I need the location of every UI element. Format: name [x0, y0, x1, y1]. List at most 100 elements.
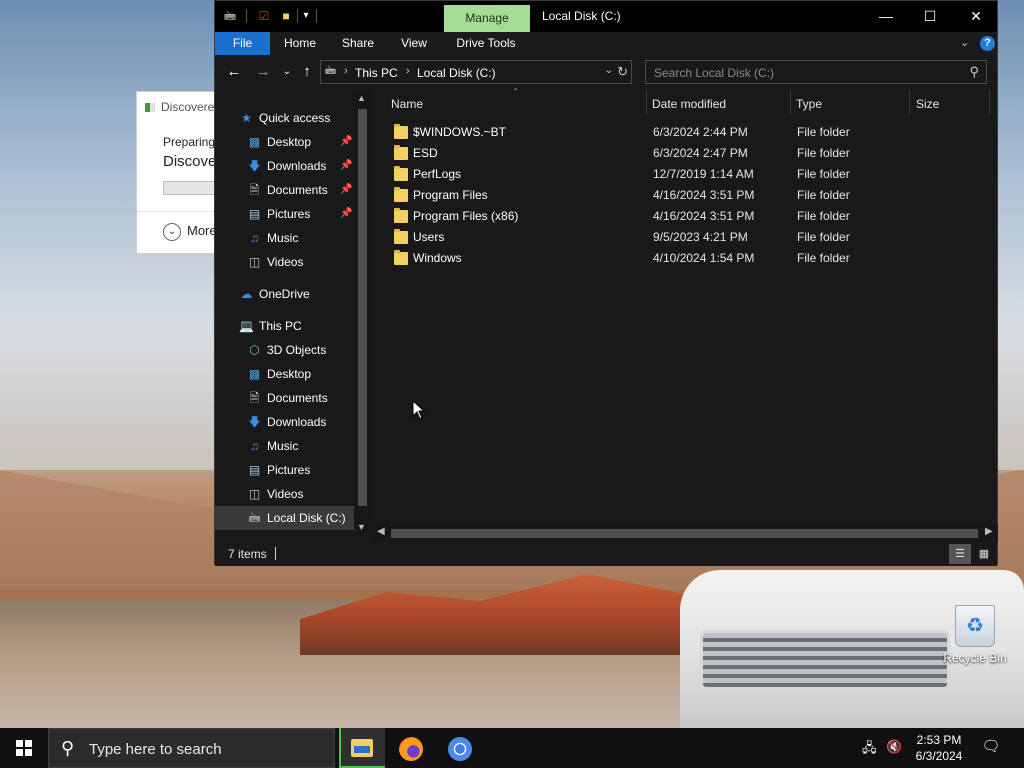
music-icon: ♫ — [250, 231, 259, 245]
expand-ribbon-icon[interactable]: ⌄ — [960, 36, 969, 49]
sidebar-item-pc-music[interactable]: ♫ Music — [215, 434, 355, 458]
search-input[interactable]: Search Local Disk (C:) — [654, 66, 774, 80]
file-explorer-window[interactable]: 🖮 ☑ ■ ▾ Manage Local Disk (C:) — ☐ ✕ Fil… — [214, 0, 998, 566]
download-icon: 🡇 — [248, 159, 261, 173]
new-folder-icon[interactable]: ■ — [279, 9, 293, 23]
sidebar-item-pc-videos[interactable]: ◫ Videos — [215, 482, 355, 506]
file-name: Program Files — [413, 188, 488, 202]
address-bar[interactable]: 🖮 › This PC › Local Disk (C:) ⌄ ↻ — [320, 60, 632, 84]
help-icon[interactable]: ? — [980, 36, 995, 51]
notification-center-icon[interactable]: 🗨 — [978, 737, 1004, 759]
table-row[interactable]: Program Files 4/16/2024 3:51 PM File fol… — [372, 185, 972, 206]
start-button[interactable] — [0, 728, 48, 768]
taskbar-file-explorer[interactable] — [339, 728, 385, 768]
address-dropdown-icon[interactable]: ⌄ — [605, 65, 613, 76]
table-row[interactable]: Windows 4/10/2024 1:54 PM File folder — [372, 248, 972, 269]
folder-icon — [394, 166, 408, 181]
table-row[interactable]: Users 9/5/2023 4:21 PM File folder — [372, 227, 972, 248]
column-divider[interactable] — [909, 90, 910, 114]
title-bar[interactable]: 🖮 ☑ ■ ▾ Manage Local Disk (C:) — ☐ ✕ — [215, 1, 997, 32]
sidebar-item-pc-pictures[interactable]: ▤ Pictures — [215, 458, 355, 482]
properties-icon[interactable]: ☑ — [257, 9, 271, 23]
details-view-icon[interactable]: ☰ — [949, 544, 971, 564]
horizontal-scrollbar[interactable]: ◀ ▶ — [372, 525, 998, 542]
back-arrow-icon[interactable]: ← — [224, 62, 244, 82]
tab-file[interactable]: File — [215, 32, 270, 55]
pin-icon[interactable]: 📌 — [340, 130, 352, 154]
column-header-size[interactable]: Size — [916, 95, 939, 113]
scroll-down-icon[interactable]: ▼ — [357, 522, 366, 532]
tab-share[interactable]: Share — [333, 32, 383, 55]
tab-drive-tools[interactable]: Drive Tools — [451, 32, 521, 55]
recycle-bin-shortcut[interactable]: ♻ Recycle Bin — [940, 605, 1010, 670]
table-row[interactable]: PerfLogs 12/7/2019 1:14 AM File folder — [372, 164, 972, 185]
breadcrumb-chevron-icon[interactable]: › — [406, 65, 410, 77]
folder-icon — [394, 229, 408, 244]
sidebar-item-videos[interactable]: ◫ Videos — [215, 250, 355, 274]
scrollbar-thumb[interactable] — [358, 109, 367, 506]
sidebar-item-pc-documents[interactable]: 🗎 Documents — [215, 386, 355, 410]
chevron-down-icon[interactable]: ⌄ — [163, 223, 181, 241]
navigation-bar: ← → ⌄ ↑ 🖮 › This PC › Local Disk (C:) ⌄ … — [215, 58, 997, 86]
search-icon[interactable]: ⚲ — [969, 64, 979, 80]
tab-manage[interactable]: Manage — [444, 5, 530, 32]
sidebar-item-local-disk[interactable]: 🖮 Local Disk (C:) — [215, 506, 355, 530]
dialog-more-link[interactable]: More — [187, 223, 217, 238]
table-row[interactable]: Program Files (x86) 4/16/2024 3:51 PM Fi… — [372, 206, 972, 227]
scroll-up-icon[interactable]: ▲ — [357, 93, 366, 103]
sidebar-item-3d-objects[interactable]: ⬡ 3D Objects — [215, 338, 355, 362]
sidebar-item-label: Downloads — [267, 415, 327, 429]
breadcrumb-chevron-icon[interactable]: › — [344, 65, 348, 77]
toolbar-divider — [246, 9, 247, 23]
tab-view[interactable]: View — [391, 32, 437, 55]
navigation-pane-scrollbar[interactable]: ▲ ▼ — [354, 90, 371, 536]
volume-muted-icon[interactable]: 🔇 — [886, 739, 902, 755]
taskbar-chrome[interactable] — [437, 728, 483, 768]
background-setup-dialog[interactable]: Discovere Preparing Discove ⌄ More — [136, 91, 218, 254]
sidebar-item-desktop[interactable]: ▩ Desktop 📌 — [215, 130, 355, 154]
recent-locations-icon[interactable]: ⌄ — [277, 62, 297, 82]
forward-arrow-icon[interactable]: → — [253, 62, 273, 82]
up-arrow-icon[interactable]: ↑ — [297, 62, 317, 82]
column-header-type[interactable]: Type — [796, 95, 822, 113]
star-icon: ★ — [241, 111, 252, 125]
pin-icon[interactable]: 📌 — [340, 202, 352, 226]
sidebar-item-pictures[interactable]: ▤ Pictures 📌 — [215, 202, 355, 226]
sidebar-item-this-pc[interactable]: 💻 This PC — [215, 314, 355, 338]
column-header-name[interactable]: Name — [391, 95, 423, 113]
pin-icon[interactable]: 📌 — [340, 154, 352, 178]
sidebar-item-documents[interactable]: 🗎 Documents 📌 — [215, 178, 355, 202]
tab-home[interactable]: Home — [275, 32, 325, 55]
clock-date: 6/3/2024 — [915, 749, 963, 763]
sidebar-item-pc-downloads[interactable]: 🡇 Downloads — [215, 410, 355, 434]
column-divider[interactable] — [790, 90, 791, 114]
taskbar-firefox[interactable] — [388, 728, 434, 768]
sidebar-item-pc-desktop[interactable]: ▩ Desktop — [215, 362, 355, 386]
sidebar-item-music[interactable]: ♫ Music — [215, 226, 355, 250]
breadcrumb-local-disk[interactable]: Local Disk (C:) — [417, 66, 496, 80]
sidebar-item-quick-access[interactable]: ★ Quick access — [215, 106, 355, 130]
network-icon[interactable]: 🖧 — [862, 739, 877, 761]
maximize-button[interactable]: ☐ — [907, 1, 953, 32]
scroll-right-icon[interactable]: ▶ — [985, 526, 993, 537]
scrollbar-thumb[interactable] — [391, 529, 978, 538]
large-icons-view-icon[interactable]: ▦ — [973, 544, 995, 564]
column-divider[interactable] — [989, 90, 990, 114]
table-row[interactable]: ESD 6/3/2024 2:47 PM File folder — [372, 143, 972, 164]
sidebar-item-downloads[interactable]: 🡇 Downloads 📌 — [215, 154, 355, 178]
column-header-date-modified[interactable]: Date modified — [652, 95, 726, 113]
scroll-left-icon[interactable]: ◀ — [377, 526, 385, 537]
refresh-icon[interactable]: ↻ — [617, 64, 628, 80]
breadcrumb-this-pc[interactable]: This PC — [355, 66, 398, 80]
pin-icon[interactable]: 📌 — [340, 178, 352, 202]
close-button[interactable]: ✕ — [953, 1, 999, 32]
taskbar-search-box[interactable]: ⚲ Type here to search — [48, 728, 335, 768]
column-divider[interactable] — [646, 90, 647, 114]
minimize-button[interactable]: — — [863, 1, 909, 32]
search-box[interactable]: Search Local Disk (C:) ⚲ — [645, 60, 987, 84]
table-row[interactable]: $WINDOWS.~BT 6/3/2024 2:44 PM File folde… — [372, 122, 972, 143]
taskbar-clock[interactable]: 2:53 PM 6/3/2024 — [906, 732, 972, 764]
customize-toolbar-icon[interactable]: ▾ — [299, 9, 313, 23]
taskbar-search-input[interactable]: Type here to search — [89, 741, 222, 758]
sidebar-item-onedrive[interactable]: ☁ OneDrive — [215, 282, 355, 306]
